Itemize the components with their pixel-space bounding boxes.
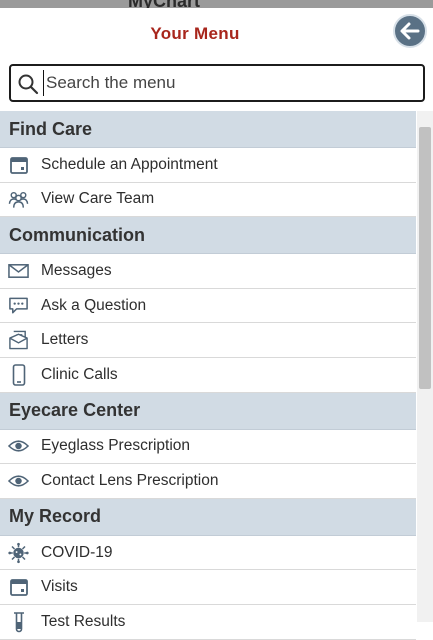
section-header-communication: Communication bbox=[0, 217, 416, 255]
search-icon bbox=[18, 74, 39, 95]
menu-item-label: Eyeglass Prescription bbox=[41, 437, 191, 455]
envelope-icon bbox=[8, 260, 29, 281]
menu-item-view-care-team[interactable]: View Care Team bbox=[0, 182, 416, 218]
menu-item-label: Ask a Question bbox=[41, 296, 147, 314]
menu-item-label: COVID-19 bbox=[41, 543, 113, 561]
scrollbar[interactable] bbox=[417, 111, 433, 622]
menu-item-clinic-calls[interactable]: Clinic Calls bbox=[0, 357, 416, 393]
menu-item-label: Visits bbox=[41, 578, 78, 596]
menu-item-label: Schedule an Appointment bbox=[41, 155, 218, 173]
section-header-find-care: Find Care bbox=[0, 111, 416, 148]
phone-icon bbox=[8, 363, 29, 386]
menu-item-eyeglass-prescription[interactable]: Eyeglass Prescription bbox=[0, 429, 416, 465]
eye-icon bbox=[8, 470, 29, 491]
menu-item-visits[interactable]: Visits bbox=[0, 570, 416, 605]
menu-item-letters[interactable]: Letters bbox=[0, 323, 416, 358]
letters-icon bbox=[8, 330, 29, 351]
menu-list: Find Care Schedule an Appointment View Car… bbox=[0, 111, 416, 640]
search-box[interactable] bbox=[9, 64, 425, 102]
speech-bubble-icon bbox=[8, 295, 29, 316]
menu-item-label: Messages bbox=[41, 261, 112, 279]
menu-item-schedule-an-appointment[interactable]: Schedule an Appointment bbox=[0, 148, 416, 183]
scrollbar-thumb[interactable] bbox=[419, 127, 431, 389]
menu-item-test-results[interactable]: Test Results bbox=[0, 604, 416, 640]
app-header-strip: MyChart bbox=[0, 0, 433, 8]
arrow-left-icon bbox=[400, 22, 420, 40]
menu-item-messages[interactable]: Messages bbox=[0, 254, 416, 289]
menu-item-label: View Care Team bbox=[41, 190, 155, 208]
menu-item-label: Clinic Calls bbox=[41, 365, 118, 383]
menu-title: Your Menu bbox=[150, 24, 240, 43]
section-header-eyecare-center: Eyecare Center bbox=[0, 392, 416, 430]
search-input[interactable] bbox=[43, 70, 416, 96]
menu-item-label: Contact Lens Prescription bbox=[41, 471, 219, 489]
care-team-icon bbox=[8, 189, 29, 210]
menu-item-label: Letters bbox=[41, 331, 89, 349]
virus-icon bbox=[8, 542, 29, 563]
calendar-icon bbox=[8, 577, 29, 598]
menu-item-ask-a-question[interactable]: Ask a Question bbox=[0, 288, 416, 324]
menu-item-covid-19[interactable]: COVID-19 bbox=[0, 535, 416, 571]
app-logo-text: MyChart bbox=[128, 0, 200, 8]
back-button[interactable] bbox=[393, 14, 427, 48]
calendar-icon bbox=[8, 154, 29, 175]
section-header-my-record: My Record bbox=[0, 498, 416, 536]
menu-item-contact-lens-prescription[interactable]: Contact Lens Prescription bbox=[0, 464, 416, 499]
eye-icon bbox=[8, 436, 29, 457]
